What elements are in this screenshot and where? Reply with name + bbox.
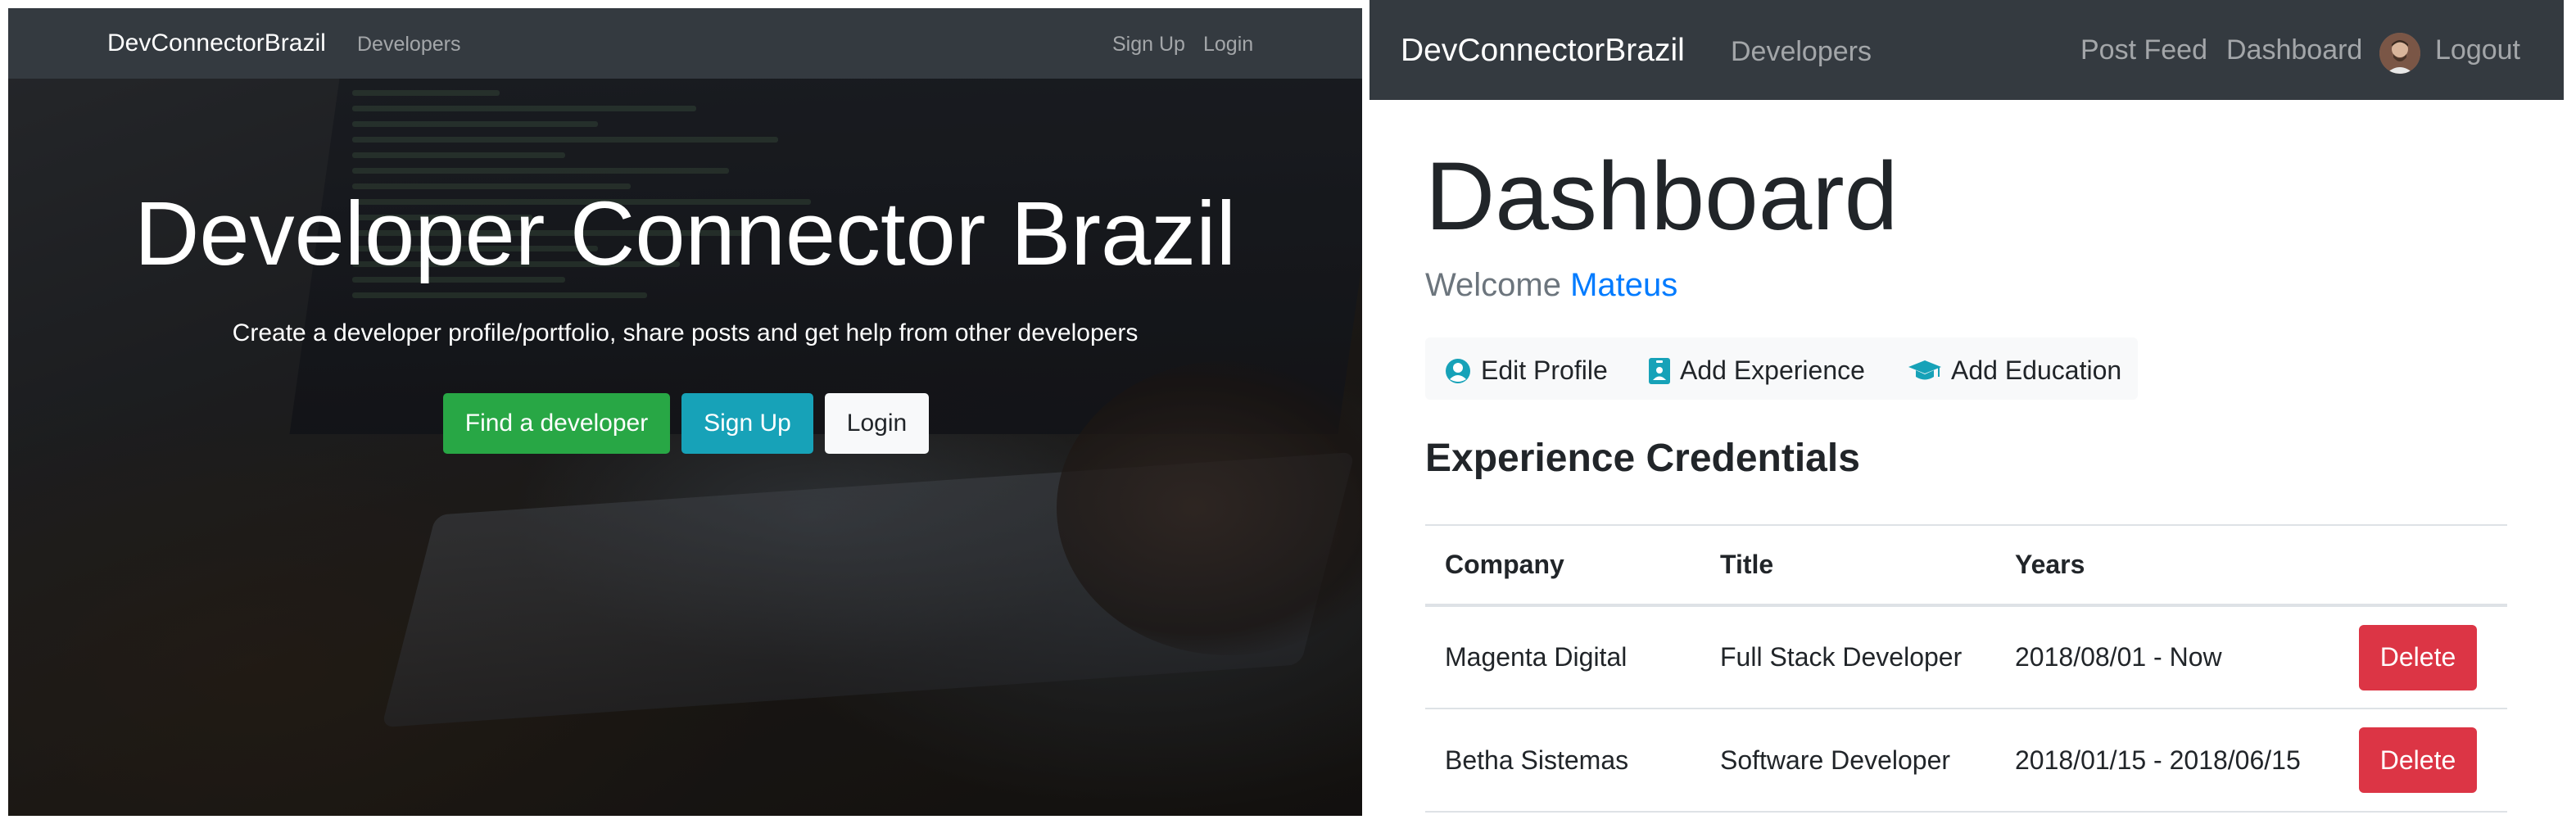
dashboard-actions: Edit Profile Add Experience Add Educatio…: [1425, 337, 2138, 400]
welcome-text: Welcome Mateus: [1425, 267, 1677, 304]
cell-company: Magenta Digital: [1425, 605, 1700, 709]
nav-link-post-feed[interactable]: Post Feed: [2080, 34, 2207, 66]
landing-page: DevConnectorBrazil Developers Sign Up Lo…: [8, 8, 1362, 816]
nav-link-logout[interactable]: Logout: [2435, 34, 2520, 66]
delete-button[interactable]: Delete: [2359, 624, 2477, 690]
add-experience-button[interactable]: Add Experience: [1649, 355, 1865, 386]
experience-table: Company Title Years Magenta Digital Full…: [1425, 524, 2507, 813]
navbar-brand[interactable]: DevConnectorBrazil: [1401, 33, 1685, 69]
cell-title: Software Developer: [1700, 709, 1995, 813]
cell-company: Betha Sistemas: [1425, 709, 1700, 813]
column-header-title: Title: [1700, 524, 1995, 607]
find-developer-button[interactable]: Find a developer: [443, 393, 670, 454]
delete-button[interactable]: Delete: [2359, 727, 2477, 793]
edit-profile-button[interactable]: Edit Profile: [1445, 355, 1608, 386]
experience-heading: Experience Credentials: [1425, 437, 1860, 480]
id-badge-icon: [1649, 357, 1670, 384]
avatar-face-icon: [2379, 33, 2420, 74]
table-row: Betha Sistemas Software Developer 2018/0…: [1425, 709, 2507, 813]
navbar-brand[interactable]: DevConnectorBrazil: [107, 29, 326, 57]
nav-link-dashboard[interactable]: Dashboard: [2226, 34, 2362, 66]
cell-action: Delete: [2339, 709, 2507, 813]
cell-years: 2018/08/01 - Now: [1995, 605, 2339, 709]
dashboard-page: DevConnectorBrazil Developers Post Feed …: [1369, 0, 2576, 824]
table-row: Magenta Digital Full Stack Developer 201…: [1425, 605, 2507, 709]
welcome-prefix: Welcome: [1425, 267, 1561, 303]
column-header-company: Company: [1425, 524, 1700, 607]
column-header-actions: [2339, 524, 2507, 607]
user-circle-icon: [1445, 358, 1471, 384]
add-experience-label: Add Experience: [1680, 355, 1865, 385]
signup-button[interactable]: Sign Up: [681, 393, 813, 454]
cell-title: Full Stack Developer: [1700, 605, 1995, 709]
add-education-button[interactable]: Add Education: [1908, 355, 2121, 386]
user-avatar[interactable]: [2379, 33, 2420, 74]
page-title: Dashboard: [1425, 143, 1899, 251]
hero-title: Developer Connector Brazil: [134, 183, 1237, 284]
edit-profile-label: Edit Profile: [1481, 355, 1608, 385]
graduation-cap-icon: [1908, 359, 1941, 383]
nav-link-signup[interactable]: Sign Up: [1112, 33, 1185, 57]
table-header-row: Company Title Years: [1425, 524, 2507, 607]
landing-navbar: DevConnectorBrazil Developers Sign Up Lo…: [8, 8, 1362, 79]
nav-link-developers[interactable]: Developers: [1731, 36, 1872, 68]
nav-link-developers[interactable]: Developers: [357, 33, 460, 57]
dashboard-navbar: DevConnectorBrazil Developers Post Feed …: [1369, 0, 2564, 100]
user-name-link[interactable]: Mateus: [1570, 267, 1677, 303]
login-button[interactable]: Login: [825, 393, 929, 454]
cell-action: Delete: [2339, 605, 2507, 709]
hero-lead-text: Create a developer profile/portfolio, sh…: [232, 319, 1139, 346]
add-education-label: Add Education: [1951, 355, 2122, 385]
column-header-years: Years: [1995, 524, 2339, 607]
cell-years: 2018/01/15 - 2018/06/15: [1995, 709, 2339, 813]
nav-link-login[interactable]: Login: [1203, 33, 1253, 57]
